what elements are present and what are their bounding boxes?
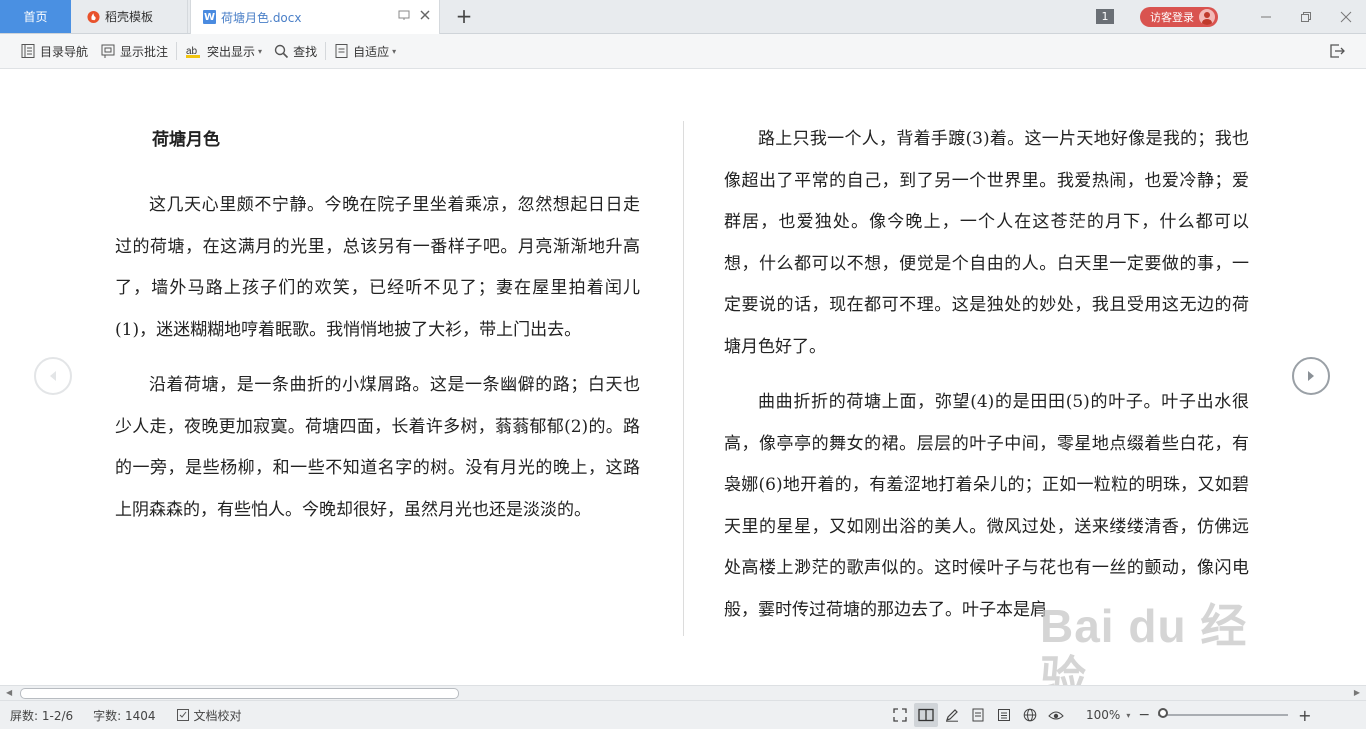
pencil-icon — [946, 709, 958, 722]
tab-template-label: 稻壳模板 — [105, 10, 154, 24]
exit-reading-button[interactable] — [1328, 42, 1346, 63]
outline-icon — [998, 709, 1010, 721]
zoom-in-button[interactable]: + — [1298, 706, 1311, 725]
word-count[interactable]: 字数: 1404 — [83, 701, 165, 729]
guest-login-label: 访客登录 — [1150, 10, 1194, 24]
fullscreen-button[interactable] — [888, 703, 912, 727]
scrollbar-thumb[interactable] — [20, 688, 459, 699]
paragraph: 沿着荷塘，是一条曲折的小煤屑路。这是一条幽僻的路；白天也少人走，夜晚更加寂寞。荷… — [115, 375, 640, 520]
page-view-button[interactable] — [966, 703, 990, 727]
close-window-button[interactable] — [1326, 0, 1366, 33]
show-comments-label: 显示批注 — [120, 44, 169, 59]
zoom-level[interactable]: 100% — [1086, 708, 1120, 722]
fit-dropdown[interactable]: 自适应 ▾ — [328, 34, 402, 68]
page-divider — [683, 121, 684, 636]
arrow-left-icon — [50, 371, 56, 381]
tab-document-label: 荷塘月色.docx — [221, 10, 302, 25]
tab-template[interactable]: 稻壳模板 — [73, 0, 188, 33]
guest-login-button[interactable]: 访客登录 — [1140, 6, 1218, 27]
arrow-right-icon — [1308, 371, 1314, 381]
page-icon — [972, 708, 984, 722]
tab-home-label: 首页 — [23, 10, 48, 24]
minimize-button[interactable] — [1246, 0, 1286, 33]
web-layout-button[interactable] — [1018, 703, 1042, 727]
float-window-icon[interactable] — [398, 9, 410, 21]
toc-nav-button[interactable]: 目录导航 — [14, 34, 94, 68]
show-comments-button[interactable]: 显示批注 — [94, 34, 174, 68]
document-title: 荷塘月色 — [152, 130, 220, 150]
toolbar-separator — [176, 42, 178, 60]
word-doc-icon: W — [203, 10, 216, 24]
outline-view-button[interactable] — [992, 703, 1016, 727]
chevron-down-icon: ▾ — [392, 46, 397, 56]
edit-mode-button[interactable] — [940, 703, 964, 727]
globe-icon — [1023, 708, 1037, 722]
minimize-icon — [1261, 16, 1271, 17]
comment-icon — [101, 44, 115, 58]
find-label: 查找 — [293, 44, 318, 59]
previous-page-button[interactable] — [34, 357, 72, 395]
tab-bar: 首页 稻壳模板 W 荷塘月色.docx + 1 访客登录 — [0, 0, 1366, 34]
fullscreen-icon — [893, 708, 907, 722]
restore-button[interactable] — [1286, 0, 1326, 33]
fit-label: 自适应 — [353, 44, 390, 59]
chevron-down-icon: ▾ — [258, 46, 263, 56]
tab-home[interactable]: 首页 — [0, 0, 71, 33]
scroll-left-icon[interactable]: ◀ — [6, 688, 12, 697]
toc-nav-label: 目录导航 — [40, 44, 89, 59]
horizontal-scrollbar[interactable]: ◀ ▶ — [0, 685, 1366, 700]
toolbar-separator — [325, 42, 327, 60]
status-bar: 屏数: 1-2/6 字数: 1404 文档校对 100% ▾ − + — [0, 700, 1366, 729]
next-page-button[interactable] — [1292, 357, 1330, 395]
reading-toolbar: 目录导航 显示批注 ab 突出显示 ▾ 查找 自适应 ▾ — [0, 34, 1366, 69]
close-tab-icon[interactable] — [419, 9, 431, 21]
avatar-icon — [1199, 8, 1215, 25]
new-tab-button[interactable]: + — [455, 5, 473, 27]
highlight-dropdown[interactable]: ab 突出显示 ▾ — [179, 34, 268, 68]
doc-proofread-button[interactable]: 文档校对 — [166, 701, 252, 729]
paragraph: 曲曲折折的荷塘上面，弥望(4)的是田田(5)的叶子。叶子出水很高，像亭亭的舞女的… — [724, 392, 1249, 620]
reading-mode-button[interactable] — [914, 703, 938, 727]
zoom-slider[interactable] — [1158, 708, 1289, 718]
exit-icon — [1330, 44, 1345, 58]
doc-proofread-label: 文档校对 — [193, 708, 242, 723]
eye-icon — [1048, 711, 1064, 720]
book-icon — [918, 708, 934, 722]
close-window-icon — [1340, 11, 1352, 22]
docer-logo-icon — [87, 10, 100, 23]
search-icon — [274, 44, 289, 58]
scroll-right-icon[interactable]: ▶ — [1354, 688, 1360, 697]
window-count-badge[interactable]: 1 — [1096, 9, 1114, 24]
find-button[interactable]: 查找 — [268, 34, 323, 68]
tab-document[interactable]: W 荷塘月色.docx — [190, 0, 440, 34]
paragraph: 路上只我一个人，背着手踱(3)着。这一片天地好像是我的；我也像超出了平常的自己，… — [724, 129, 1249, 357]
reading-area: 荷塘月色 这几天心里颇不宁静。今晚在院子里坐着乘凉，忽然想起日日走过的荷塘，在这… — [0, 69, 1366, 685]
zoom-out-button[interactable]: − — [1138, 707, 1150, 723]
screen-count: 屏数: 1-2/6 — [10, 708, 74, 723]
zoom-slider-knob[interactable] — [1158, 708, 1169, 718]
eye-protect-button[interactable] — [1044, 703, 1068, 727]
chevron-down-icon[interactable]: ▾ — [1126, 711, 1130, 720]
toc-icon — [21, 44, 35, 58]
right-page: 路上只我一个人，背着手踱(3)着。这一片天地好像是我的；我也像超出了平常的自己，… — [724, 119, 1249, 645]
proofread-icon — [176, 709, 189, 721]
highlight-icon: ab — [186, 46, 201, 58]
fit-page-icon — [335, 44, 348, 58]
zoom-control: 100% ▾ − + — [1086, 701, 1311, 729]
highlight-label: 突出显示 — [207, 44, 256, 59]
left-page: 荷塘月色 这几天心里颇不宁静。今晚在院子里坐着乘凉，忽然想起日日走过的荷塘，在这… — [115, 119, 640, 545]
restore-icon — [1301, 11, 1311, 22]
paragraph: 这几天心里颇不宁静。今晚在院子里坐着乘凉，忽然想起日日走过的荷塘，在这满月的光里… — [115, 195, 640, 340]
